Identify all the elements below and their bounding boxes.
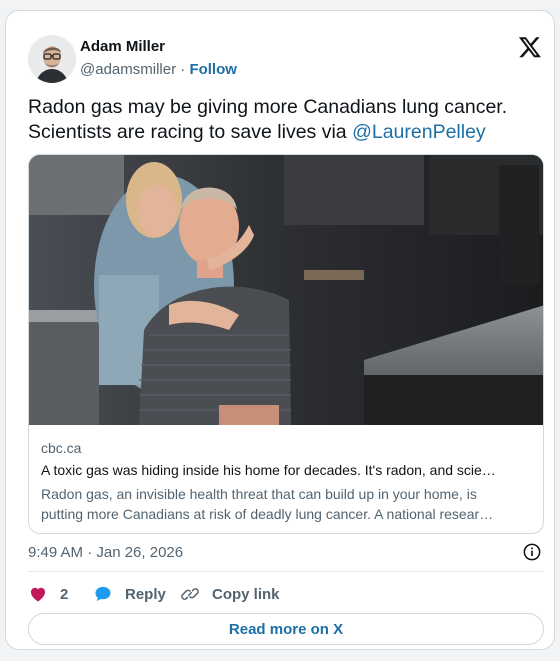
copy-link-button[interactable]: Copy link <box>180 583 280 605</box>
mention-link[interactable]: @LaurenPelley <box>352 121 486 143</box>
reply-button[interactable]: Reply <box>93 583 166 605</box>
avatar-portrait-icon <box>28 35 76 83</box>
avatar[interactable] <box>28 35 76 83</box>
follow-button[interactable]: Follow <box>189 61 237 78</box>
like-count: 2 <box>60 585 69 603</box>
author-name[interactable]: Adam Miller <box>80 38 165 55</box>
link-domain: cbc.ca <box>41 440 82 456</box>
article-photo <box>29 155 543 425</box>
heart-icon <box>30 587 46 602</box>
link-description-line-2: putting more Canadians at risk of deadly… <box>41 506 494 522</box>
like-button[interactable]: 2 <box>28 583 68 605</box>
reply-bubble-icon <box>95 586 111 602</box>
link-chain-icon <box>181 588 199 600</box>
copy-link-label: Copy link <box>212 585 280 603</box>
timestamp[interactable]: 9:49 AM · Jan 26, 2026 <box>28 544 183 561</box>
divider <box>28 571 544 572</box>
tweet-text: Radon gas may be giving more Canadians l… <box>28 95 538 145</box>
tweet-embed-card: Adam Miller @adamsmiller · Follow Radon … <box>5 10 555 650</box>
link-title: A toxic gas was hiding inside his home f… <box>41 462 496 478</box>
handle-row: @adamsmiller · Follow <box>80 61 237 78</box>
link-description-line-1: Radon gas, an invisible health threat th… <box>41 486 477 502</box>
author-handle[interactable]: @adamsmiller <box>80 61 176 78</box>
reply-label: Reply <box>125 585 166 603</box>
x-logo-icon[interactable] <box>518 35 542 59</box>
read-more-button[interactable]: Read more on X <box>28 613 544 645</box>
separator-dot: · <box>180 61 186 78</box>
link-preview-card[interactable]: cbc.ca A toxic gas was hiding inside his… <box>28 154 544 534</box>
link-description: Radon gas, an invisible health threat th… <box>41 484 531 524</box>
info-icon[interactable] <box>523 543 541 561</box>
